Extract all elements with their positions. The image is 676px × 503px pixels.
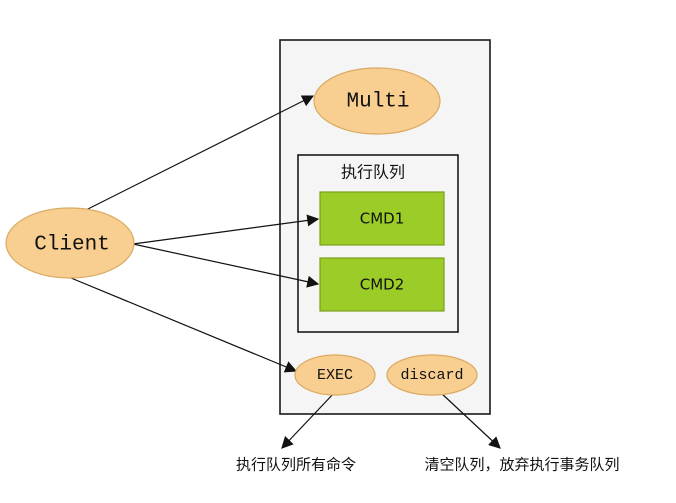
diagram-canvas: Client Multi 执行队列 CMD1 CMD2 EXEC discard… [5, 39, 620, 474]
execution-queue-title: 执行队列 [341, 163, 405, 182]
exec-label: EXEC [317, 367, 353, 384]
discard-label: discard [400, 367, 463, 384]
arrow-client-to-multi [69, 95, 315, 219]
arrow-client-to-exec [70, 277, 298, 373]
cmd2-label: CMD2 [360, 276, 405, 294]
exec-description: 执行队列所有命令 [236, 456, 356, 474]
client-label: Client [34, 234, 110, 257]
multi-label: Multi [346, 91, 409, 114]
cmd1-label: CMD1 [360, 210, 405, 228]
discard-description: 清空队列，放弃执行事务队列 [424, 456, 619, 474]
redis-transaction-diagram: Client Multi 执行队列 CMD1 CMD2 EXEC discard… [0, 0, 676, 499]
